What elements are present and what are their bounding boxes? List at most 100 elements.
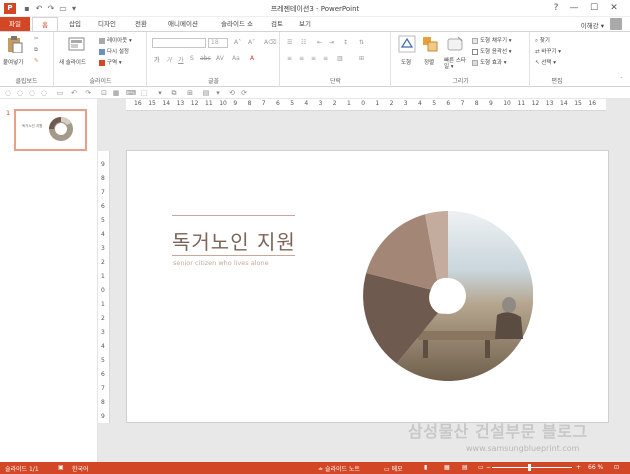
- replace-button[interactable]: ⇄ 바꾸기 ▾: [535, 47, 561, 55]
- change-case-icon[interactable]: Aa: [232, 55, 240, 62]
- shapes-button[interactable]: 도형: [401, 58, 411, 66]
- maximize-button[interactable]: ☐: [586, 2, 602, 14]
- paste-button[interactable]: 붙여넣기: [3, 58, 23, 66]
- shrink-font-icon[interactable]: A˅: [248, 39, 255, 46]
- zoom-slider[interactable]: [492, 467, 572, 468]
- reset-button[interactable]: 다시 설정: [99, 47, 129, 55]
- notes-button[interactable]: ≐ 슬라이드 노트: [318, 464, 360, 473]
- grow-font-icon[interactable]: A˄: [234, 39, 241, 46]
- toolbar-icon-10[interactable]: ⌨: [126, 89, 136, 97]
- fit-to-window-icon[interactable]: ⊡: [614, 464, 619, 471]
- clear-formatting-icon[interactable]: A⌫: [264, 39, 277, 46]
- line-spacing-icon[interactable]: ↕: [343, 39, 348, 46]
- shadow-icon[interactable]: S: [190, 55, 194, 62]
- quick-styles-icon[interactable]: [446, 35, 464, 53]
- bullets-icon[interactable]: ☰: [287, 39, 292, 46]
- paste-icon[interactable]: [6, 35, 24, 53]
- toolbar-icon-9[interactable]: ▦: [112, 89, 120, 97]
- normal-view-icon[interactable]: ▮: [424, 464, 427, 471]
- slide-title[interactable]: 독거노인 지원: [172, 226, 296, 255]
- quick-styles-button[interactable]: 빠른 스타일 ▾: [444, 58, 468, 70]
- toolbar-icon-16[interactable]: ▾: [214, 89, 222, 97]
- spellcheck-icon[interactable]: ▣: [58, 464, 64, 471]
- numbering-icon[interactable]: ☷: [301, 39, 306, 46]
- tab-view[interactable]: 보기: [294, 17, 316, 31]
- shape-fill-button[interactable]: 도형 채우기 ▾: [472, 36, 512, 44]
- toolbar-icon-13[interactable]: ⧉: [170, 89, 178, 97]
- avatar[interactable]: [610, 18, 622, 30]
- increase-indent-icon[interactable]: ⇥: [329, 39, 334, 46]
- find-button[interactable]: ⌕ 찾기: [535, 36, 550, 45]
- arrange-icon[interactable]: [421, 35, 439, 53]
- slideshow-icon[interactable]: ▭: [478, 464, 484, 471]
- align-right-icon[interactable]: ≡: [311, 55, 316, 62]
- collapse-ribbon-icon[interactable]: ˄: [620, 77, 623, 83]
- justify-icon[interactable]: ≡: [323, 55, 328, 62]
- zoom-slider-handle[interactable]: [527, 464, 531, 471]
- font-color-icon[interactable]: A: [250, 55, 254, 62]
- columns-icon[interactable]: ▥: [337, 55, 343, 62]
- toolbar-icon-1[interactable]: ◌: [4, 89, 12, 97]
- text-direction-icon[interactable]: ⇅: [359, 39, 364, 46]
- layout-button[interactable]: 레이아웃 ▾: [99, 36, 132, 44]
- toolbar-icon-18[interactable]: ⟳: [240, 89, 248, 97]
- toolbar-icon-14[interactable]: ⊞: [186, 89, 194, 97]
- bold-icon[interactable]: 가: [154, 55, 160, 64]
- tab-animations[interactable]: 애니메이션: [160, 17, 206, 31]
- zoom-level[interactable]: 66 %: [588, 464, 603, 471]
- italic-icon[interactable]: 가: [166, 55, 172, 64]
- strikethrough-icon[interactable]: abc: [200, 55, 211, 62]
- comments-button[interactable]: ▭ 메모: [384, 464, 403, 473]
- toolbar-icon-3[interactable]: ◌: [28, 89, 36, 97]
- toolbar-icon-4[interactable]: ◌: [40, 89, 48, 97]
- reading-view-icon[interactable]: ▤: [462, 464, 468, 471]
- slide-subtitle[interactable]: senior citizen who lives alone: [173, 259, 269, 267]
- tab-slideshow[interactable]: 슬라이드 쇼: [212, 17, 262, 31]
- new-slide-icon[interactable]: [67, 36, 85, 54]
- toolbar-icon-6[interactable]: ↶: [70, 89, 78, 97]
- tab-home[interactable]: 홈: [32, 17, 58, 31]
- donut-photo-chart[interactable]: [363, 211, 533, 381]
- tab-review[interactable]: 검토: [266, 17, 288, 31]
- close-button[interactable]: ✕: [606, 2, 622, 14]
- help-button[interactable]: ?: [548, 2, 564, 14]
- shapes-icon[interactable]: [398, 35, 416, 53]
- cut-icon[interactable]: ✂: [34, 36, 39, 42]
- tab-design[interactable]: 디자인: [92, 17, 122, 31]
- copy-icon[interactable]: ⧉: [34, 47, 38, 54]
- toolbar-icon-11[interactable]: ⬚: [140, 89, 148, 97]
- arrange-button[interactable]: 정렬: [424, 58, 434, 66]
- zoom-out-icon[interactable]: −: [486, 464, 491, 471]
- toolbar-icon-5[interactable]: ▭: [56, 89, 64, 97]
- shape-outline-button[interactable]: 도형 윤곽선 ▾: [472, 47, 512, 55]
- select-button[interactable]: ↖ 선택 ▾: [535, 58, 556, 66]
- vertical-ruler[interactable]: 9 8 7 6 5 4 3 2 1 0 1 2 3 4 5 6 7 8 9: [98, 151, 110, 423]
- section-button[interactable]: 구역 ▾: [99, 58, 122, 66]
- font-name-field[interactable]: [152, 38, 206, 48]
- zoom-in-icon[interactable]: +: [576, 464, 581, 471]
- toolbar-icon-7[interactable]: ↷: [84, 89, 92, 97]
- toolbar-icon-8[interactable]: ⊡: [100, 89, 108, 97]
- decrease-indent-icon[interactable]: ⇤: [317, 39, 322, 46]
- minimize-button[interactable]: —: [566, 2, 582, 14]
- font-size-field[interactable]: 18: [208, 38, 228, 48]
- format-painter-icon[interactable]: ✎: [34, 58, 39, 64]
- toolbar-icon-17[interactable]: ⟲: [228, 89, 236, 97]
- smartart-icon[interactable]: ⊞: [359, 55, 364, 62]
- char-spacing-icon[interactable]: AV: [216, 55, 224, 62]
- toolbar-icon-2[interactable]: ◌: [16, 89, 24, 97]
- slide-thumbnail[interactable]: 독거노인 지원: [14, 109, 87, 151]
- slide-sorter-icon[interactable]: ▦: [444, 464, 450, 471]
- language-indicator[interactable]: 한국어: [72, 464, 89, 473]
- slide-canvas[interactable]: 독거노인 지원 senior citizen who lives alone: [126, 150, 609, 423]
- tab-insert[interactable]: 삽입: [62, 17, 88, 31]
- user-name[interactable]: 이해강 ▾: [581, 20, 604, 30]
- toolbar-icon-12[interactable]: ▾: [156, 89, 164, 97]
- align-left-icon[interactable]: ≡: [287, 55, 292, 62]
- toolbar-icon-15[interactable]: ▤: [202, 89, 210, 97]
- tab-transitions[interactable]: 전환: [128, 17, 154, 31]
- shape-effects-button[interactable]: 도형 효과 ▾: [472, 58, 507, 66]
- underline-icon[interactable]: 가: [178, 55, 184, 64]
- tab-file[interactable]: 파일: [0, 17, 30, 31]
- new-slide-button[interactable]: 새 슬라이드: [59, 58, 86, 66]
